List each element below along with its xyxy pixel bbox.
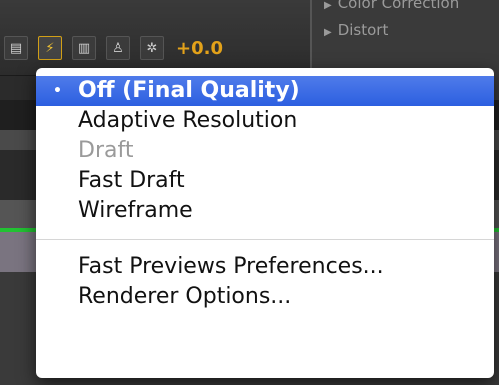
menu-item-label: Fast Previews Preferences... [78,254,384,279]
menu-item-label: Off (Final Quality) [78,78,300,103]
selected-bullet-icon: • [53,83,62,99]
menu-item-label: Draft [78,138,134,163]
menu-item-fast-draft[interactable]: Fast Draft [36,166,494,196]
view-icon[interactable]: ▥ [72,36,96,60]
exposure-icon[interactable]: ✲ [140,36,164,60]
panel-item-color-correction[interactable]: ▶ Color Correction [312,0,499,12]
menu-item-renderer-options[interactable]: Renderer Options... [36,282,494,312]
menu-item-label: Wireframe [78,198,193,223]
hierarchy-icon[interactable]: ♙ [106,36,130,60]
exposure-value[interactable]: +0.0 [176,38,223,59]
grid-icon[interactable]: ▤ [4,36,28,60]
panel-item-distort[interactable]: ▶ Distort [312,21,499,39]
disclosure-triangle-icon: ▶ [324,0,332,11]
viewer-toolbar: ▤ ⚡ ▥ ♙ ✲ +0.0 [0,30,314,66]
menu-item-fast-previews-preferences[interactable]: Fast Previews Preferences... [36,252,494,282]
menu-item-adaptive-resolution[interactable]: Adaptive Resolution [36,106,494,136]
disclosure-triangle-icon: ▶ [324,27,332,38]
menu-item-label: Fast Draft [78,168,185,193]
menu-separator [36,239,494,240]
menu-item-label: Adaptive Resolution [78,108,298,133]
viewer-toolbar-background: ▤ ⚡ ▥ ♙ ✲ +0.0 [0,0,310,76]
fast-previews-menu: • Off (Final Quality) Adaptive Resolutio… [36,68,494,378]
menu-item-draft: Draft [36,136,494,166]
menu-item-wireframe[interactable]: Wireframe [36,196,494,226]
menu-item-label: Renderer Options... [78,284,292,309]
menu-item-off-final-quality[interactable]: • Off (Final Quality) [36,76,494,106]
fast-previews-icon[interactable]: ⚡ [38,36,62,60]
